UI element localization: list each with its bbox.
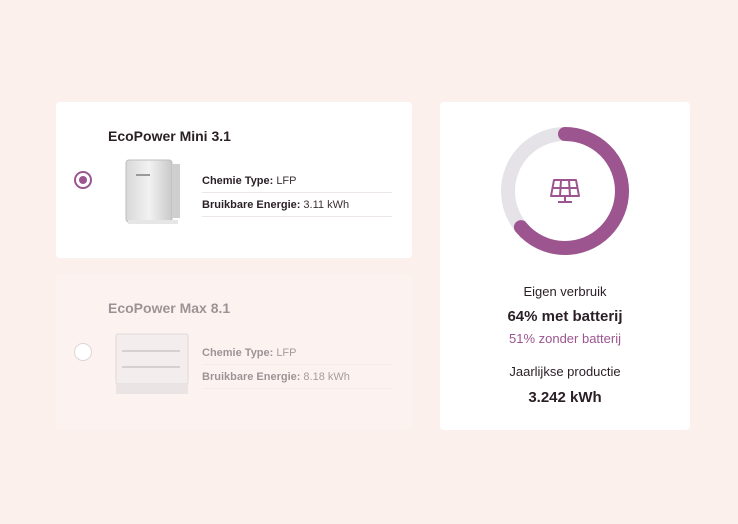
- product-title: EcoPower Mini 3.1: [108, 128, 231, 144]
- with-battery-value: 64% met batterij: [507, 308, 623, 325]
- spec-value: LFP: [276, 347, 297, 359]
- spec-energy: Bruikbare Energie: 8.18 kWh: [202, 371, 392, 389]
- spec-label: Bruikbare Energie:: [202, 199, 301, 211]
- battery-product-image: [115, 333, 189, 394]
- spec-label: Chemie Type:: [202, 175, 274, 187]
- spec-energy: Bruikbare Energie: 3.11 kWh: [202, 199, 392, 217]
- battery-product-image: [125, 159, 180, 224]
- annual-production-label: Jaarlijkse productie: [509, 364, 621, 379]
- product-title: EcoPower Max 8.1: [108, 300, 231, 316]
- self-consumption-donut: [501, 127, 629, 255]
- product-card-ecopower-mini[interactable]: EcoPower Mini 3.1 Chemie Type: LFP Bruikb…: [56, 102, 412, 258]
- product-radio-unselected[interactable]: [74, 343, 92, 361]
- results-panel: Eigen verbruik 64% met batterij 51% zond…: [440, 102, 690, 430]
- spec-chemistry: Chemie Type: LFP: [202, 175, 392, 193]
- spec-value: LFP: [276, 175, 297, 187]
- spec-label: Bruikbare Energie:: [202, 371, 301, 383]
- without-battery-value: 51% zonder batterij: [508, 331, 621, 346]
- spec-chemistry: Chemie Type: LFP: [202, 347, 392, 365]
- annual-production-value: 3.242 kWh: [528, 389, 602, 406]
- self-consumption-label: Eigen verbruik: [523, 284, 607, 299]
- solar-panel-icon: [550, 179, 580, 203]
- product-radio-selected[interactable]: [74, 171, 92, 189]
- spec-value: 3.11 kWh: [303, 199, 350, 211]
- spec-label: Chemie Type:: [202, 347, 274, 359]
- spec-value: 8.18 kWh: [303, 371, 350, 383]
- product-card-ecopower-max[interactable]: EcoPower Max 8.1 Chemie Type: LFP Bruikba…: [56, 274, 412, 430]
